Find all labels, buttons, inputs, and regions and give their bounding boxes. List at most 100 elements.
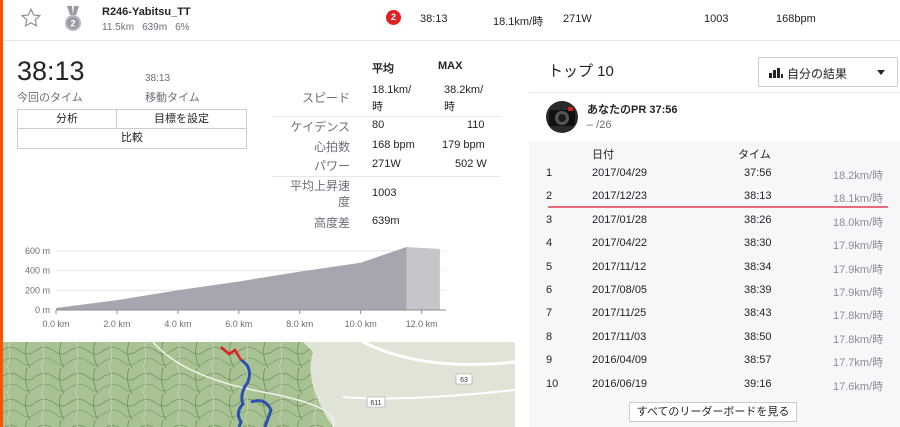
bar-chart-icon <box>769 68 783 78</box>
rank-badge: 2 <box>386 10 401 25</box>
segment-elevation: 639m <box>142 22 168 33</box>
stat-avg-speed: 18.1km/時 <box>372 84 412 113</box>
x-tick-label: 8.0 km <box>286 319 313 329</box>
stat-avg-vam: 1003 <box>372 187 397 199</box>
row-speed: 17.9km/時 <box>833 263 884 276</box>
row-date: 2017/11/03 <box>592 330 647 343</box>
leaderboard-row[interactable]: 5 2017/11/12 38:34 17.9km/時 <box>529 257 900 280</box>
leaderboard: 日付 タイム 1 2017/04/29 37:56 18.2km/時 2 2017/12/… <box>529 141 900 427</box>
row-date: 2017/04/22 <box>592 237 648 250</box>
row-rank: 3 <box>546 213 553 226</box>
elevation-chart[interactable]: 600 m 400 m 200 m 0 m 0.0 km 2.0 km 4.0 km 6.0 … <box>3 240 453 335</box>
x-tick-label: 6.0 km <box>225 319 252 329</box>
star-icon[interactable] <box>20 7 42 29</box>
y-tick-label: 400 m <box>25 266 50 276</box>
stat-label-heartrate: 心拍数 <box>313 140 350 154</box>
row-speed: 18.1km/時 <box>833 193 884 206</box>
stats-divider <box>273 116 500 117</box>
row-time: 37:56 <box>744 167 772 179</box>
action-buttons: 分析 目標を設定 比較 <box>17 109 247 149</box>
leaderboard-row[interactable]: 10 2016/06/19 39:16 17.6km/時 <box>529 374 900 397</box>
svg-text:2: 2 <box>70 19 75 29</box>
leaderboard-row[interactable]: 7 2017/11/25 38:43 17.8km/時 <box>529 303 900 326</box>
avatar[interactable] <box>546 101 578 133</box>
y-tick-label: 600 m <box>25 246 50 256</box>
row-date: 2017/11/25 <box>592 307 647 320</box>
leaderboard-row[interactable]: 1 2017/04/29 37:56 18.2km/時 <box>529 163 900 186</box>
segment-grade: 6% <box>175 22 190 33</box>
stat-avg-cadence: 80 <box>372 119 385 131</box>
x-tick-label: 10.0 km <box>345 319 377 329</box>
y-tick-label: 200 m <box>25 285 50 295</box>
elapsed-label: 今回のタイム <box>17 92 83 104</box>
row-rank: 9 <box>546 354 553 367</box>
results-filter-dropdown[interactable]: 自分の結果 <box>758 57 898 87</box>
view-all-leaderboards-button[interactable]: すべてのリーダーボードを見る <box>629 402 797 422</box>
medal-icon: 2 <box>65 6 81 31</box>
row-time: 38:30 <box>744 237 772 250</box>
row-time: 38:43 <box>744 307 772 320</box>
leaderboard-row[interactable]: 3 2017/01/28 38:26 18.0km/時 <box>529 210 900 233</box>
compare-button[interactable]: 比較 <box>18 129 246 148</box>
stat-max-power: 502 W <box>455 158 487 170</box>
urban-area <box>303 342 515 427</box>
col-time-header: タイム <box>738 149 771 161</box>
segment-speed: 18.1km/時 <box>493 16 544 28</box>
stat-label-elevation: 高度差 <box>313 216 350 230</box>
row-rank: 10 <box>546 377 559 390</box>
stat-avg-heartrate: 168 bpm <box>372 139 415 151</box>
pr-card: あなたのPR 37:56 – /26 <box>529 92 900 140</box>
row-date: 2017/08/05 <box>592 284 648 296</box>
row-speed: 17.7km/時 <box>833 357 884 370</box>
post-segment-shade <box>406 246 446 310</box>
row-time: 38:34 <box>744 260 772 273</box>
stat-max-cadence: 110 <box>467 119 485 131</box>
set-goal-button[interactable]: 目標を設定 <box>117 110 246 129</box>
row-time: 39:16 <box>744 377 772 390</box>
segment-vam: 1003 <box>704 13 729 25</box>
avg-header: 平均 <box>372 63 394 75</box>
row-rank: 6 <box>546 284 553 296</box>
leaderboard-row[interactable]: 4 2017/04/22 38:30 17.9km/時 <box>529 233 900 256</box>
row-time: 38:13 <box>744 190 772 203</box>
row-speed: 17.9km/時 <box>833 240 884 253</box>
row-date: 2017/11/12 <box>592 260 647 273</box>
row-speed: 18.0km/時 <box>833 216 884 229</box>
leaderboard-row[interactable]: 9 2016/04/09 38:57 17.7km/時 <box>529 350 900 373</box>
filter-label: 自分の結果 <box>787 67 848 81</box>
row-speed: 17.9km/時 <box>833 287 884 299</box>
x-tick-label: 2.0 km <box>103 319 130 329</box>
row-date: 2016/04/09 <box>592 354 648 367</box>
segment-row[interactable]: 2 R246-Yabitsu_TT 11.5km 639m 6% 2 38:13 1… <box>3 0 900 41</box>
leaderboard-row[interactable]: 6 2017/08/05 38:39 17.9km/時 <box>529 280 900 303</box>
leaderboard-row[interactable]: 8 2017/11/03 38:50 17.8km/時 <box>529 327 900 350</box>
row-rank: 1 <box>546 167 553 179</box>
stat-label-vam: 平均上昇速度 <box>289 179 350 209</box>
stat-avg-power: 271W <box>372 158 401 170</box>
current-effort-highlight <box>548 206 888 208</box>
row-speed: 18.2km/時 <box>833 170 884 182</box>
x-tick-label: 4.0 km <box>164 319 191 329</box>
row-time: 38:26 <box>744 213 772 226</box>
row-date: 2016/06/19 <box>592 377 648 390</box>
x-tick-label: 0.0 km <box>42 319 69 329</box>
chevron-down-icon <box>877 70 885 75</box>
segment-stats: 11.5km 639m 6% <box>102 22 198 33</box>
stats-divider <box>273 176 500 177</box>
row-date: 2017/01/28 <box>592 213 648 226</box>
road-label-611: 611 <box>370 400 381 407</box>
col-date-header: 日付 <box>592 149 614 161</box>
y-tick-label: 0 m <box>35 305 50 315</box>
row-speed: 17.6km/時 <box>833 380 884 393</box>
stat-label-power: パワー <box>313 159 350 173</box>
segment-heartrate: 168bpm <box>776 13 816 25</box>
row-speed: 17.8km/時 <box>833 310 884 323</box>
stat-max-heartrate: 179 bpm <box>442 139 485 151</box>
stat-avg-elevation: 639m <box>372 215 400 227</box>
segment-name[interactable]: R246-Yabitsu_TT <box>102 6 191 18</box>
segment-distance: 11.5km <box>102 22 135 33</box>
top10-title: トップ 10 <box>548 63 614 80</box>
analysis-button[interactable]: 分析 <box>18 110 117 129</box>
stat-label-cadence: ケイデンス <box>290 120 350 134</box>
route-map[interactable]: 63 611 <box>3 342 515 427</box>
